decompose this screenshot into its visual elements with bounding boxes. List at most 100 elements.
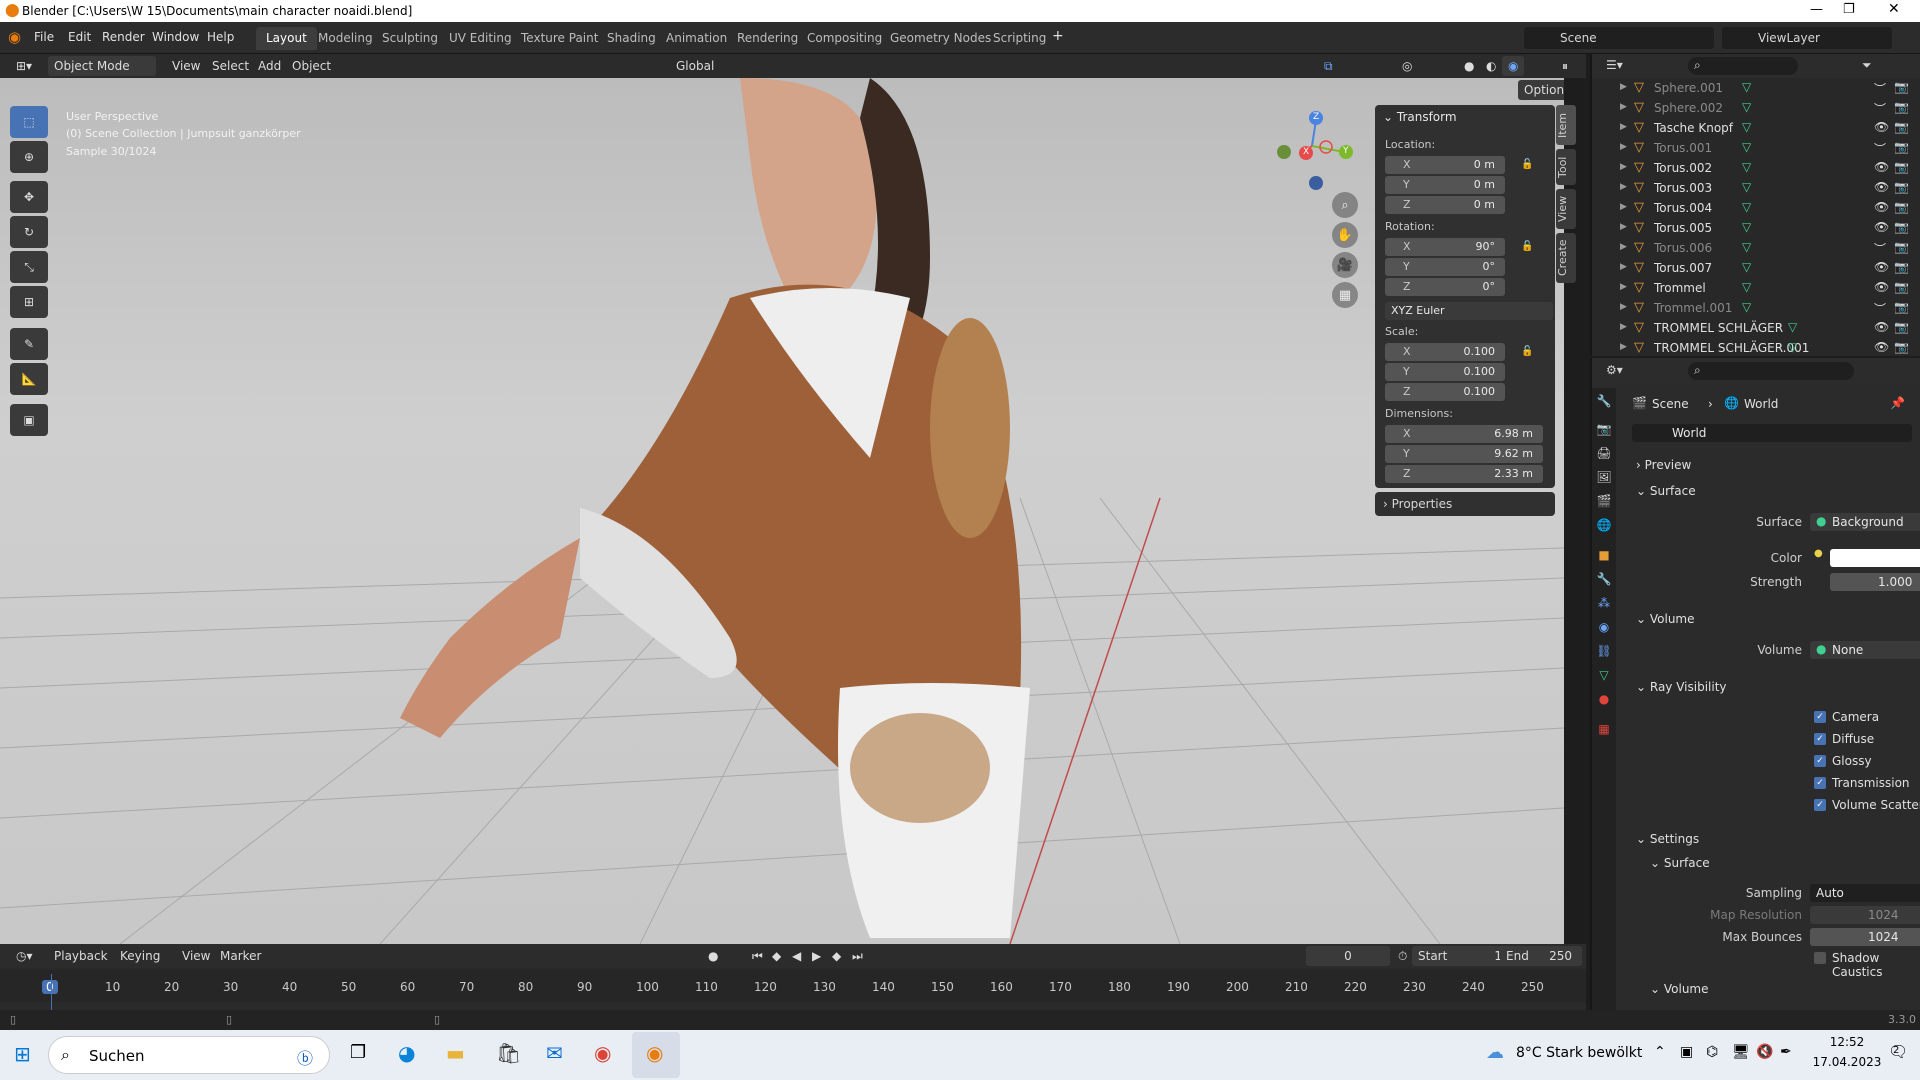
expand-arrow-icon[interactable]: ▶ (1620, 342, 1627, 352)
tray-volume-icon[interactable]: 🔇 (1756, 1044, 1773, 1060)
close-icon[interactable]: ✕ (1888, 1, 1900, 17)
mail-icon[interactable]: ✉ (546, 1041, 563, 1065)
outliner-row[interactable]: ▶ ▽ Torus.004 ▽ 👁 📷 (1592, 198, 1920, 218)
visibility-eye-icon[interactable]: 👁 (1874, 220, 1889, 234)
tab-tool[interactable]: Tool (1556, 149, 1576, 185)
surface-section[interactable]: ⌄ Surface (1636, 484, 1696, 498)
end-frame-field[interactable]: End 250 (1500, 946, 1582, 966)
outliner-row[interactable]: ▶ ▽ Torus.002 ▽ 👁 📷 (1592, 158, 1920, 178)
lock-icon[interactable]: 🔓 (1521, 241, 1533, 252)
tab-create[interactable]: Create (1556, 233, 1576, 283)
tray-chevron-icon[interactable]: ⌃ (1654, 1044, 1666, 1060)
expand-arrow-icon[interactable]: ▶ (1620, 262, 1627, 272)
outliner-row[interactable]: ▶ ▽ Torus.003 ▽ 👁 📷 (1592, 178, 1920, 198)
edge-icon[interactable]: ◕ (398, 1041, 415, 1065)
task-view-icon[interactable]: ❐ (350, 1042, 366, 1063)
ray-visibility-section[interactable]: ⌄ Ray Visibility (1636, 680, 1727, 694)
checkbox-checked-icon[interactable]: ✓ (1814, 733, 1826, 745)
expand-arrow-icon[interactable]: ▶ (1620, 102, 1627, 112)
outliner-editor-icon[interactable]: ☰▾ (1606, 58, 1623, 72)
world-tab-icon[interactable]: 🌐 (1596, 518, 1612, 534)
render-camera-icon[interactable]: 📷 (1894, 340, 1909, 354)
minimize-icon[interactable]: — (1810, 2, 1823, 17)
tab-scripting[interactable]: Scripting (983, 27, 1056, 50)
settings-volume-subsection[interactable]: ⌄ Volume (1650, 982, 1709, 996)
outliner-row[interactable]: ▶ ▽ Torus.001 ▽ ︶ 📷 (1592, 138, 1920, 158)
select-box-tool[interactable]: ⬚ (10, 106, 48, 138)
render-camera-icon[interactable]: 📷 (1894, 180, 1909, 194)
preview-section[interactable]: › Preview (1636, 458, 1691, 472)
overlay-icon[interactable]: ◎ (1396, 56, 1418, 76)
tab-view[interactable]: View (1556, 189, 1576, 229)
add-workspace-icon[interactable]: + (1052, 28, 1064, 44)
render-camera-icon[interactable]: 📷 (1894, 120, 1909, 134)
tab-item[interactable]: Item (1556, 105, 1576, 145)
properties-search-input[interactable]: ⌕ (1688, 362, 1854, 380)
view-layer-tab-icon[interactable]: 🖼 (1596, 470, 1612, 486)
menu-select[interactable]: Select (206, 56, 255, 76)
tab-uv-editing[interactable]: UV Editing (439, 27, 522, 50)
outliner-row[interactable]: ▶ ▽ TROMMEL SCHLÄGER ▽ 👁 📷 (1592, 318, 1920, 338)
sampling-dropdown[interactable]: Auto⌄ (1810, 884, 1920, 902)
modifier-tab-icon[interactable]: 🔧 (1596, 572, 1612, 588)
render-camera-icon[interactable]: 📷 (1894, 200, 1909, 214)
tray-pen-icon[interactable]: ✒ (1780, 1044, 1792, 1060)
expand-arrow-icon[interactable]: ▶ (1620, 142, 1627, 152)
physics-tab-icon[interactable]: ◉ (1596, 620, 1612, 636)
next-keyframe-icon[interactable]: ◆ (826, 946, 847, 966)
render-camera-icon[interactable]: 📷 (1894, 300, 1909, 314)
tab-animation[interactable]: Animation (656, 27, 737, 50)
expand-arrow-icon[interactable]: ▶ (1620, 302, 1627, 312)
shadow-caustics-checkbox[interactable] (1814, 952, 1826, 964)
render-camera-icon[interactable]: 📷 (1894, 260, 1909, 274)
windows-start-icon[interactable]: ⊞ (14, 1042, 31, 1066)
transform-tool[interactable]: ⊞ (10, 286, 48, 318)
volume-shader-field[interactable]: ● None (1810, 641, 1920, 659)
max-bounces-field[interactable]: 1024 (1810, 928, 1920, 946)
clock-time[interactable]: 12:52 (1812, 1035, 1882, 1049)
tool-tab-icon[interactable]: 🔧 (1596, 394, 1612, 410)
clock-icon[interactable]: ⏱ (1392, 946, 1413, 966)
texture-tab-icon[interactable]: ▦ (1596, 722, 1612, 738)
current-frame-field[interactable]: 0 (1306, 946, 1390, 966)
scale-tool[interactable]: ⤡ (10, 251, 48, 283)
solid-shading-icon[interactable]: ● (1458, 56, 1480, 76)
dimensions-z-field[interactable]: Z 2.33 m (1385, 465, 1543, 483)
expand-arrow-icon[interactable]: ▶ (1620, 242, 1627, 252)
settings-surface-subsection[interactable]: ⌄ Surface (1650, 856, 1710, 870)
visibility-eye-icon[interactable]: 👁 (1874, 260, 1889, 274)
menu-timeline-view[interactable]: View (176, 946, 216, 966)
weather-text[interactable]: 8°C Stark bewölkt (1516, 1045, 1642, 1061)
color-swatch[interactable] (1830, 549, 1920, 567)
outliner-row[interactable]: ▶ ▽ Trommel.001 ▽ ︶ 📷 (1592, 298, 1920, 318)
rotate-tool[interactable]: ↻ (10, 216, 48, 248)
expand-arrow-icon[interactable]: ▶ (1620, 122, 1627, 132)
menu-edit[interactable]: Edit (68, 30, 91, 44)
menu-help[interactable]: Help (207, 30, 234, 44)
zoom-icon[interactable]: ⌕ (1332, 192, 1358, 218)
checkbox-checked-icon[interactable]: ✓ (1814, 777, 1826, 789)
location-z-field[interactable]: Z 0 m (1385, 196, 1505, 214)
menu-render[interactable]: Render (102, 30, 145, 44)
editor-type-icon[interactable]: ⊞▾ (10, 56, 38, 76)
tab-texture-paint[interactable]: Texture Paint (511, 27, 608, 50)
render-camera-icon[interactable]: 📷 (1894, 100, 1909, 114)
tray-network-icon[interactable]: ⌬ (1706, 1044, 1718, 1060)
expand-arrow-icon[interactable]: ▶ (1620, 202, 1627, 212)
menu-playback[interactable]: Playback (48, 946, 114, 966)
chrome-icon[interactable]: ◉ (594, 1041, 611, 1065)
store-icon[interactable]: 🛍 (496, 1041, 521, 1065)
tab-compositing[interactable]: Compositing (797, 27, 892, 50)
render-camera-icon[interactable]: 📷 (1894, 320, 1909, 334)
blender-menu-icon[interactable]: ◉ (8, 28, 21, 46)
expand-arrow-icon[interactable]: ▶ (1620, 82, 1627, 92)
checkbox-checked-icon[interactable]: ✓ (1814, 799, 1826, 811)
pan-hand-icon[interactable]: ✋ (1332, 222, 1358, 248)
material-tab-icon[interactable]: ● (1596, 692, 1612, 708)
scale-x-field[interactable]: X 0.100 (1385, 343, 1505, 361)
scene-selector[interactable]: Scene (1524, 27, 1714, 49)
location-y-field[interactable]: Y 0 m (1385, 176, 1505, 194)
render-camera-icon[interactable]: 📷 (1894, 240, 1909, 254)
gizmo-toggle-icon[interactable]: ⧉ (1318, 56, 1339, 76)
scene-tab-icon[interactable]: 🎬 (1596, 494, 1612, 510)
